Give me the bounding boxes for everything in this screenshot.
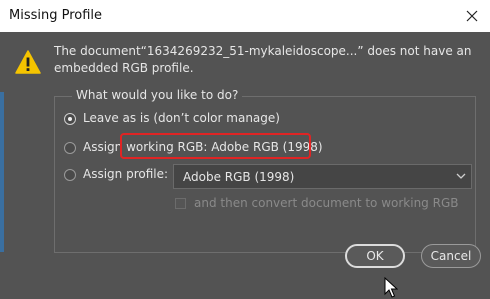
annotation-highlight [120,133,311,159]
cancel-button[interactable]: Cancel [421,244,481,268]
mouse-pointer-icon [384,277,398,298]
radio-leave-as-is[interactable] [64,113,76,125]
option-label-leave-as-is[interactable]: Leave as is (don’t color manage) [83,111,280,125]
convert-checkbox[interactable] [175,198,186,209]
option-label-assign-profile[interactable]: Assign profile: [83,167,168,181]
profile-select[interactable]: Adobe RGB (1998) [173,164,472,189]
profile-select-value: Adobe RGB (1998) [183,170,295,184]
chevron-down-icon [456,173,466,179]
title-bar: Missing Profile [0,0,490,32]
dialog-body: The document“1634269232_51-mykaleidoscop… [0,32,490,298]
radio-assign-working-rgb[interactable] [64,142,76,154]
warning-icon [15,50,41,74]
radio-assign-profile[interactable] [64,169,76,181]
background-strip [0,92,4,252]
close-icon [466,10,478,22]
close-button[interactable] [460,4,484,28]
warning-message: The document“1634269232_51-mykaleidoscop… [54,44,472,75]
convert-checkbox-label: and then convert document to working RGB [194,196,459,210]
ok-button[interactable]: OK [345,244,405,268]
group-title: What would you like to do? [72,88,243,102]
window-title: Missing Profile [9,8,103,23]
